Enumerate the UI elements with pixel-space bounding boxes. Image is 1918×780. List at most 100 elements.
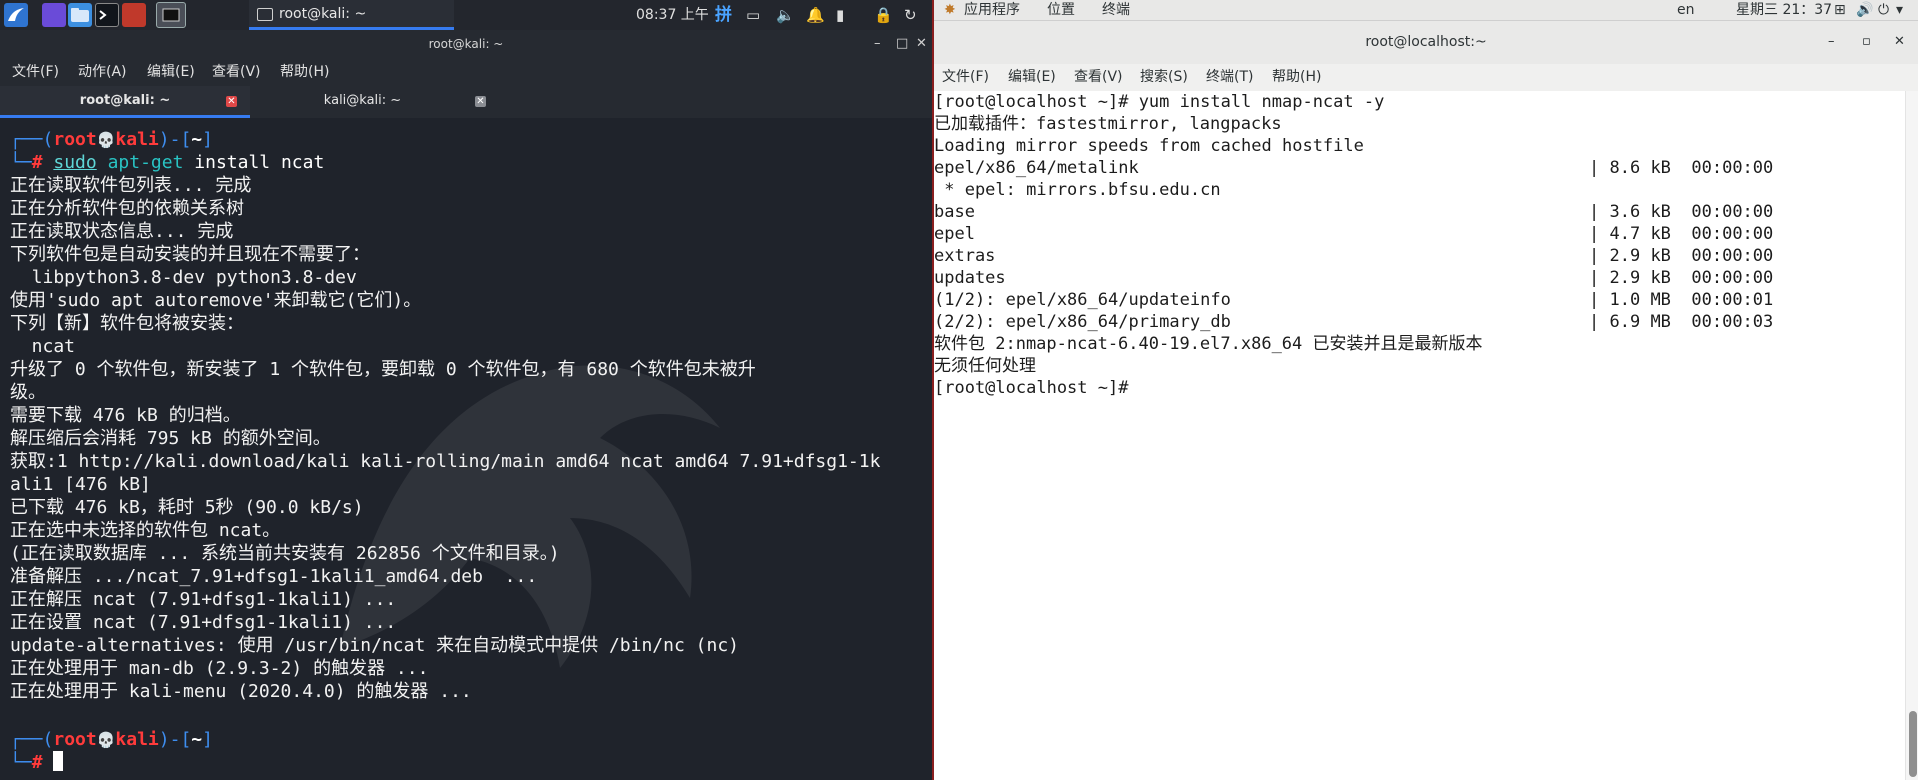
display-icon[interactable]: ▭ bbox=[746, 5, 760, 25]
prompt-box: ┌──( bbox=[10, 129, 54, 150]
output-line: 正在分析软件包的依赖关系树 bbox=[10, 198, 244, 219]
network-icon[interactable]: ⊞ bbox=[1834, 0, 1846, 20]
tab-label: kali@kali: ~ bbox=[323, 93, 402, 108]
prompt-line: ┌──(root💀kali)-[~] bbox=[10, 728, 213, 752]
close-icon[interactable]: ✕ bbox=[1894, 21, 1905, 63]
menu-edit[interactable]: 编辑(E) bbox=[1008, 64, 1056, 91]
prompt-hash: # bbox=[31, 752, 43, 773]
topbar-clock[interactable]: 星期三 21：37 bbox=[1736, 0, 1832, 20]
prompt-user: root bbox=[53, 729, 97, 750]
output-line: 获取:1 http://kali.download/kali kali-roll… bbox=[10, 451, 881, 472]
menu-view[interactable]: 查看(V) bbox=[212, 58, 261, 86]
menu-help[interactable]: 帮助(H) bbox=[280, 58, 329, 86]
chevron-down-icon[interactable]: ▾ bbox=[1896, 0, 1903, 20]
output-line: 下列【新】软件包将被安装： bbox=[10, 313, 244, 334]
tab-close-icon[interactable]: ✕ bbox=[475, 96, 486, 107]
output-line: (正在读取数据库 ... 系统当前共安装有 262856 个文件和目录。) bbox=[10, 543, 560, 564]
output-line: 需要下载 476 kB 的归档。 bbox=[10, 405, 241, 426]
prompt-host: kali bbox=[115, 129, 159, 150]
output-line: 正在处理用于 kali-menu (2020.4.0) 的触发器 ... bbox=[10, 681, 472, 702]
kali-taskbar: root@kali: ~ 08:37 上午 拼 ▭ 🔈 🔔 ▮ 🔒 ↻ bbox=[0, 0, 932, 30]
menu-help[interactable]: 帮助(H) bbox=[1272, 64, 1321, 91]
power-battery-icon[interactable]: ▮ bbox=[836, 5, 844, 25]
command-line: └─# sudo apt-get install ncat bbox=[10, 151, 324, 174]
output-line: epel/x86_64/metalink | 8.6 kB 00:00:00 bbox=[934, 158, 1774, 178]
output-line: 级。 bbox=[10, 382, 46, 403]
file-manager-icon[interactable] bbox=[68, 3, 92, 27]
output-line: extras | 2.9 kB 00:00:00 bbox=[934, 246, 1774, 266]
output-line: [root@localhost ~]# bbox=[934, 378, 1129, 398]
centos-window-titlebar[interactable]: root@localhost:~ – ▫ ✕ bbox=[934, 21, 1918, 65]
output-line: 正在处理用于 man-db (2.9.3-2) 的触发器 ... bbox=[10, 658, 429, 679]
places-menu[interactable]: 位置 bbox=[1047, 0, 1075, 20]
output-line: 无须任何处理 bbox=[934, 356, 1036, 376]
taskbar-task-terminal[interactable]: root@kali: ~ bbox=[249, 0, 454, 30]
scrollbar[interactable] bbox=[1905, 91, 1918, 780]
close-icon[interactable]: ✕ bbox=[916, 30, 927, 58]
output-line: 准备解压 .../ncat_7.91+dfsg1-1kali1_amd64.de… bbox=[10, 566, 538, 587]
kali-terminal-area[interactable]: ┌──(root💀kali)-[~] └─# sudo apt-get inst… bbox=[0, 118, 932, 780]
command-line[interactable]: └─# bbox=[10, 751, 64, 774]
prompt-box: ] bbox=[202, 729, 213, 750]
maximize-icon[interactable]: □ bbox=[896, 30, 908, 58]
taskbar-clock[interactable]: 08:37 上午 bbox=[636, 0, 709, 30]
kali-window-titlebar[interactable]: root@kali: ~ – □ ✕ bbox=[0, 30, 932, 58]
refresh-logout-icon[interactable]: ↻ bbox=[904, 5, 917, 25]
prompt-box: )-[ bbox=[158, 729, 192, 750]
minimize-icon[interactable]: – bbox=[874, 30, 881, 58]
output-line: (1/2): epel/x86_64/updateinfo | 1.0 MB 0… bbox=[934, 290, 1774, 310]
prompt-box: ┌──( bbox=[10, 729, 54, 750]
output-line: [root@localhost ~]# yum install nmap-nca… bbox=[934, 92, 1385, 112]
workspace-icon[interactable] bbox=[156, 2, 186, 28]
output-line: 正在解压 ncat (7.91+dfsg1-1kali1) ... bbox=[10, 589, 397, 610]
browser-launcher-icon[interactable] bbox=[122, 3, 146, 27]
lock-screen-icon[interactable]: 🔒 bbox=[874, 5, 893, 25]
output-line: 已下载 476 kB，耗时 5秒 (90.0 kB/s) bbox=[10, 497, 364, 518]
tab-close-icon[interactable]: ✕ bbox=[226, 96, 237, 107]
power-icon[interactable]: ⏻ bbox=[1878, 0, 1889, 20]
kali-desktop: root@kali: ~ 08:37 上午 拼 ▭ 🔈 🔔 ▮ 🔒 ↻ root… bbox=[0, 0, 932, 780]
menu-search[interactable]: 搜索(S) bbox=[1140, 64, 1188, 91]
menu-file[interactable]: 文件(F) bbox=[12, 58, 59, 86]
minimize-icon[interactable]: – bbox=[1828, 21, 1835, 63]
menu-file[interactable]: 文件(F) bbox=[942, 64, 989, 91]
kali-tabbar: root@kali: ~ ✕ kali@kali: ~ ✕ bbox=[0, 86, 932, 118]
centos-menubar: 文件(F) 编辑(E) 查看(V) 搜索(S) 终端(T) 帮助(H) bbox=[934, 64, 1918, 92]
scrollbar-thumb[interactable] bbox=[1909, 711, 1917, 777]
taskbar-task-label: root@kali: ~ bbox=[279, 6, 367, 22]
output-line: epel | 4.7 kB 00:00:00 bbox=[934, 224, 1774, 244]
prompt-box: ] bbox=[202, 129, 213, 150]
gnome-topbar: ✸ 应用程序 位置 终端 en 星期三 21：37 ⊞ 🔊 ⏻ ▾ bbox=[934, 0, 1918, 21]
command-apt-get: apt-get bbox=[107, 152, 184, 173]
input-method-indicator[interactable]: 拼 bbox=[715, 5, 732, 25]
prompt-dir: ~ bbox=[191, 729, 203, 750]
show-desktop-icon[interactable] bbox=[42, 3, 66, 27]
output-line: 软件包 2:nmap-ncat-6.40-19.el7.x86_64 已安装并且… bbox=[934, 334, 1483, 354]
prompt-corner: └─ bbox=[10, 152, 32, 173]
output-line: 正在读取状态信息... 完成 bbox=[10, 221, 234, 242]
menu-action[interactable]: 动作(A) bbox=[78, 58, 127, 86]
kali-window-title: root@kali: ~ bbox=[428, 37, 504, 51]
prompt-box: )-[ bbox=[158, 129, 192, 150]
maximize-icon[interactable]: ▫ bbox=[1862, 21, 1871, 63]
menu-view[interactable]: 查看(V) bbox=[1074, 64, 1123, 91]
prompt-hash: # bbox=[31, 152, 43, 173]
tab-kali-kali[interactable]: kali@kali: ~ bbox=[250, 86, 475, 118]
output-line: 解压缩后会消耗 795 kB 的额外空间。 bbox=[10, 428, 331, 449]
menu-terminal[interactable]: 终端(T) bbox=[1206, 64, 1253, 91]
output-line: ncat bbox=[10, 336, 76, 357]
tab-root-kali[interactable]: root@kali: ~ bbox=[0, 86, 250, 118]
volume-icon[interactable]: 🔊 bbox=[1856, 0, 1873, 20]
terminal-launcher-icon[interactable] bbox=[95, 3, 119, 27]
prompt-line: ┌──(root💀kali)-[~] bbox=[10, 128, 213, 152]
centos-terminal-area[interactable]: [root@localhost ~]# yum install nmap-nca… bbox=[934, 91, 1918, 780]
terminal-window-icon bbox=[257, 8, 273, 21]
volume-icon[interactable]: 🔈 bbox=[776, 5, 795, 25]
menu-edit[interactable]: 编辑(E) bbox=[147, 58, 195, 86]
language-indicator[interactable]: en bbox=[1677, 0, 1695, 20]
terminal-app-menu[interactable]: 终端 bbox=[1102, 0, 1130, 20]
kali-menu-icon[interactable] bbox=[4, 3, 28, 27]
command-sudo: sudo bbox=[53, 152, 97, 173]
apps-menu[interactable]: 应用程序 bbox=[964, 0, 1020, 20]
notifications-icon[interactable]: 🔔 bbox=[806, 5, 825, 25]
